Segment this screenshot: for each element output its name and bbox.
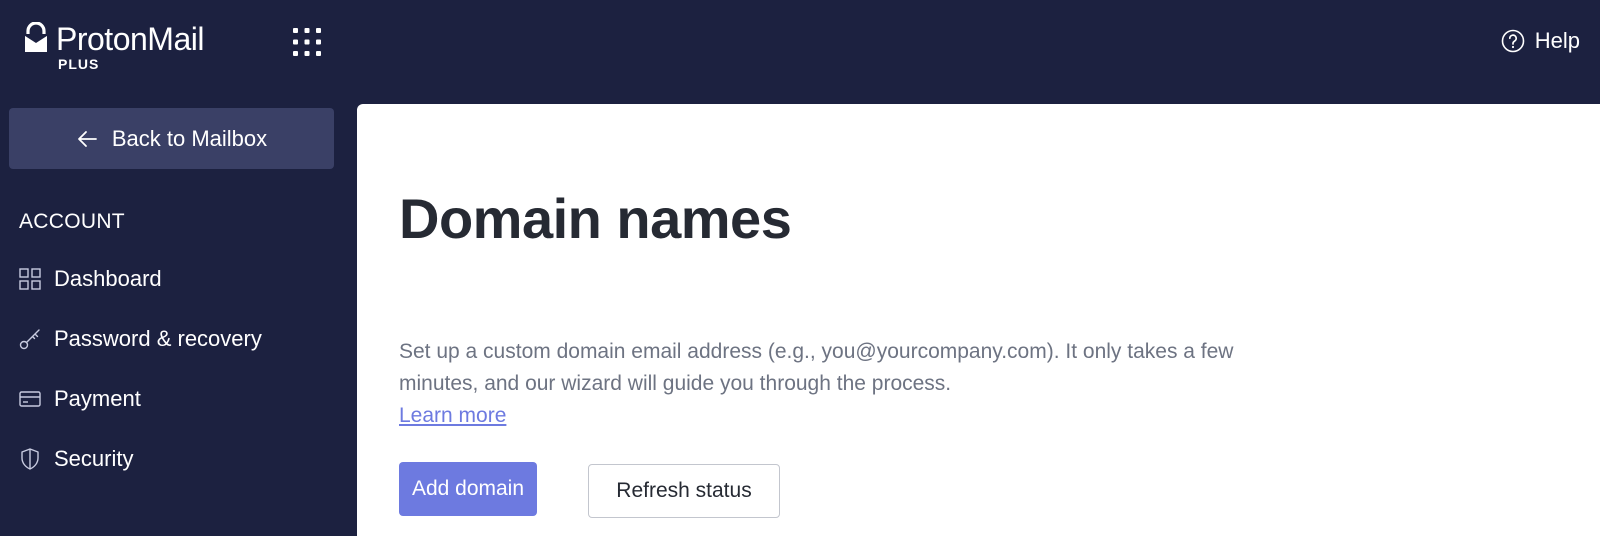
top-header: ProtonMail PLUS Help [0, 0, 1600, 104]
app-window: ProtonMail PLUS Help Back to Mailbox ACC… [0, 0, 1600, 536]
sidebar-item-label: Security [54, 446, 134, 471]
sidebar-item-label: Password & recovery [54, 326, 262, 351]
credit-card-icon [18, 387, 42, 411]
help-label: Help [1534, 28, 1580, 53]
sidebar-item-payment[interactable]: Payment [18, 384, 141, 414]
add-domain-button[interactable]: Add domain [399, 462, 537, 516]
page-description: Set up a custom domain email address (e.… [399, 340, 1234, 395]
key-icon [18, 327, 42, 351]
refresh-status-button[interactable]: Refresh status [588, 464, 780, 518]
learn-more-link[interactable]: Learn more [399, 400, 506, 432]
back-to-mailbox-label: Back to Mailbox [111, 125, 268, 151]
dashboard-grid-icon [18, 267, 42, 291]
main-content: Domain names Set up a custom domain emai… [357, 104, 1600, 536]
grid-icon[interactable] [292, 27, 322, 57]
brand-plan: PLUS [58, 56, 100, 72]
sidebar: Back to Mailbox ACCOUNT Dashboard Passwo… [0, 104, 356, 536]
protonmail-lock-icon [24, 22, 48, 52]
sidebar-item-dashboard[interactable]: Dashboard [18, 264, 162, 294]
sidebar-item-label: Dashboard [54, 266, 162, 291]
protonmail-logo[interactable]: ProtonMail PLUS [24, 20, 204, 72]
account-section-title: ACCOUNT [19, 210, 125, 233]
shield-icon [18, 447, 42, 471]
brand-name: ProtonMail [56, 21, 204, 57]
arrow-left-icon [77, 130, 97, 147]
sidebar-item-password-recovery[interactable]: Password & recovery [18, 324, 262, 354]
question-circle-icon [1501, 29, 1525, 53]
help-button[interactable]: Help [1501, 28, 1580, 54]
sidebar-item-security[interactable]: Security [18, 444, 133, 474]
page-title: Domain names [399, 187, 792, 250]
sidebar-item-label: Payment [54, 386, 141, 411]
back-to-mailbox-button[interactable]: Back to Mailbox [9, 108, 334, 169]
